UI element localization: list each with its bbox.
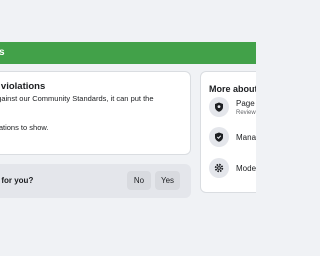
page: s s violations against our Community Sta… [0,0,256,256]
yes-button[interactable]: Yes [155,171,180,190]
status-banner: s [0,42,256,64]
violations-card: s violations against our Community Stand… [0,71,191,155]
violations-title: s violations [0,81,46,92]
shield-icon [209,97,229,117]
violations-description-line2: s. [0,104,183,114]
violations-description-line1: against our Community Standards, it can … [0,94,154,103]
more-item-label: Manag [236,133,256,142]
feedback-question: ul for you? [0,176,34,185]
shield-check-icon [209,127,229,147]
more-item-page-review[interactable]: Page r Review [209,97,256,119]
more-about-title: More about [209,84,256,94]
no-button[interactable]: No [127,171,151,190]
feedback-prompt: ul for you? No Yes [0,164,191,198]
more-item-moderation[interactable]: Mode [209,158,256,180]
status-banner-text: s [0,47,5,58]
more-item-manage[interactable]: Manag [209,127,256,149]
violations-description: against our Community Standards, it can … [0,94,183,114]
violations-empty-state: olations to show. [0,123,49,132]
more-item-label: Mode [236,164,256,173]
more-item-sublabel: Review [236,110,256,116]
more-item-label: Page r [236,99,256,108]
gear-icon [209,158,229,178]
more-about-card: More about Page r Review Manag Mode [200,71,256,193]
